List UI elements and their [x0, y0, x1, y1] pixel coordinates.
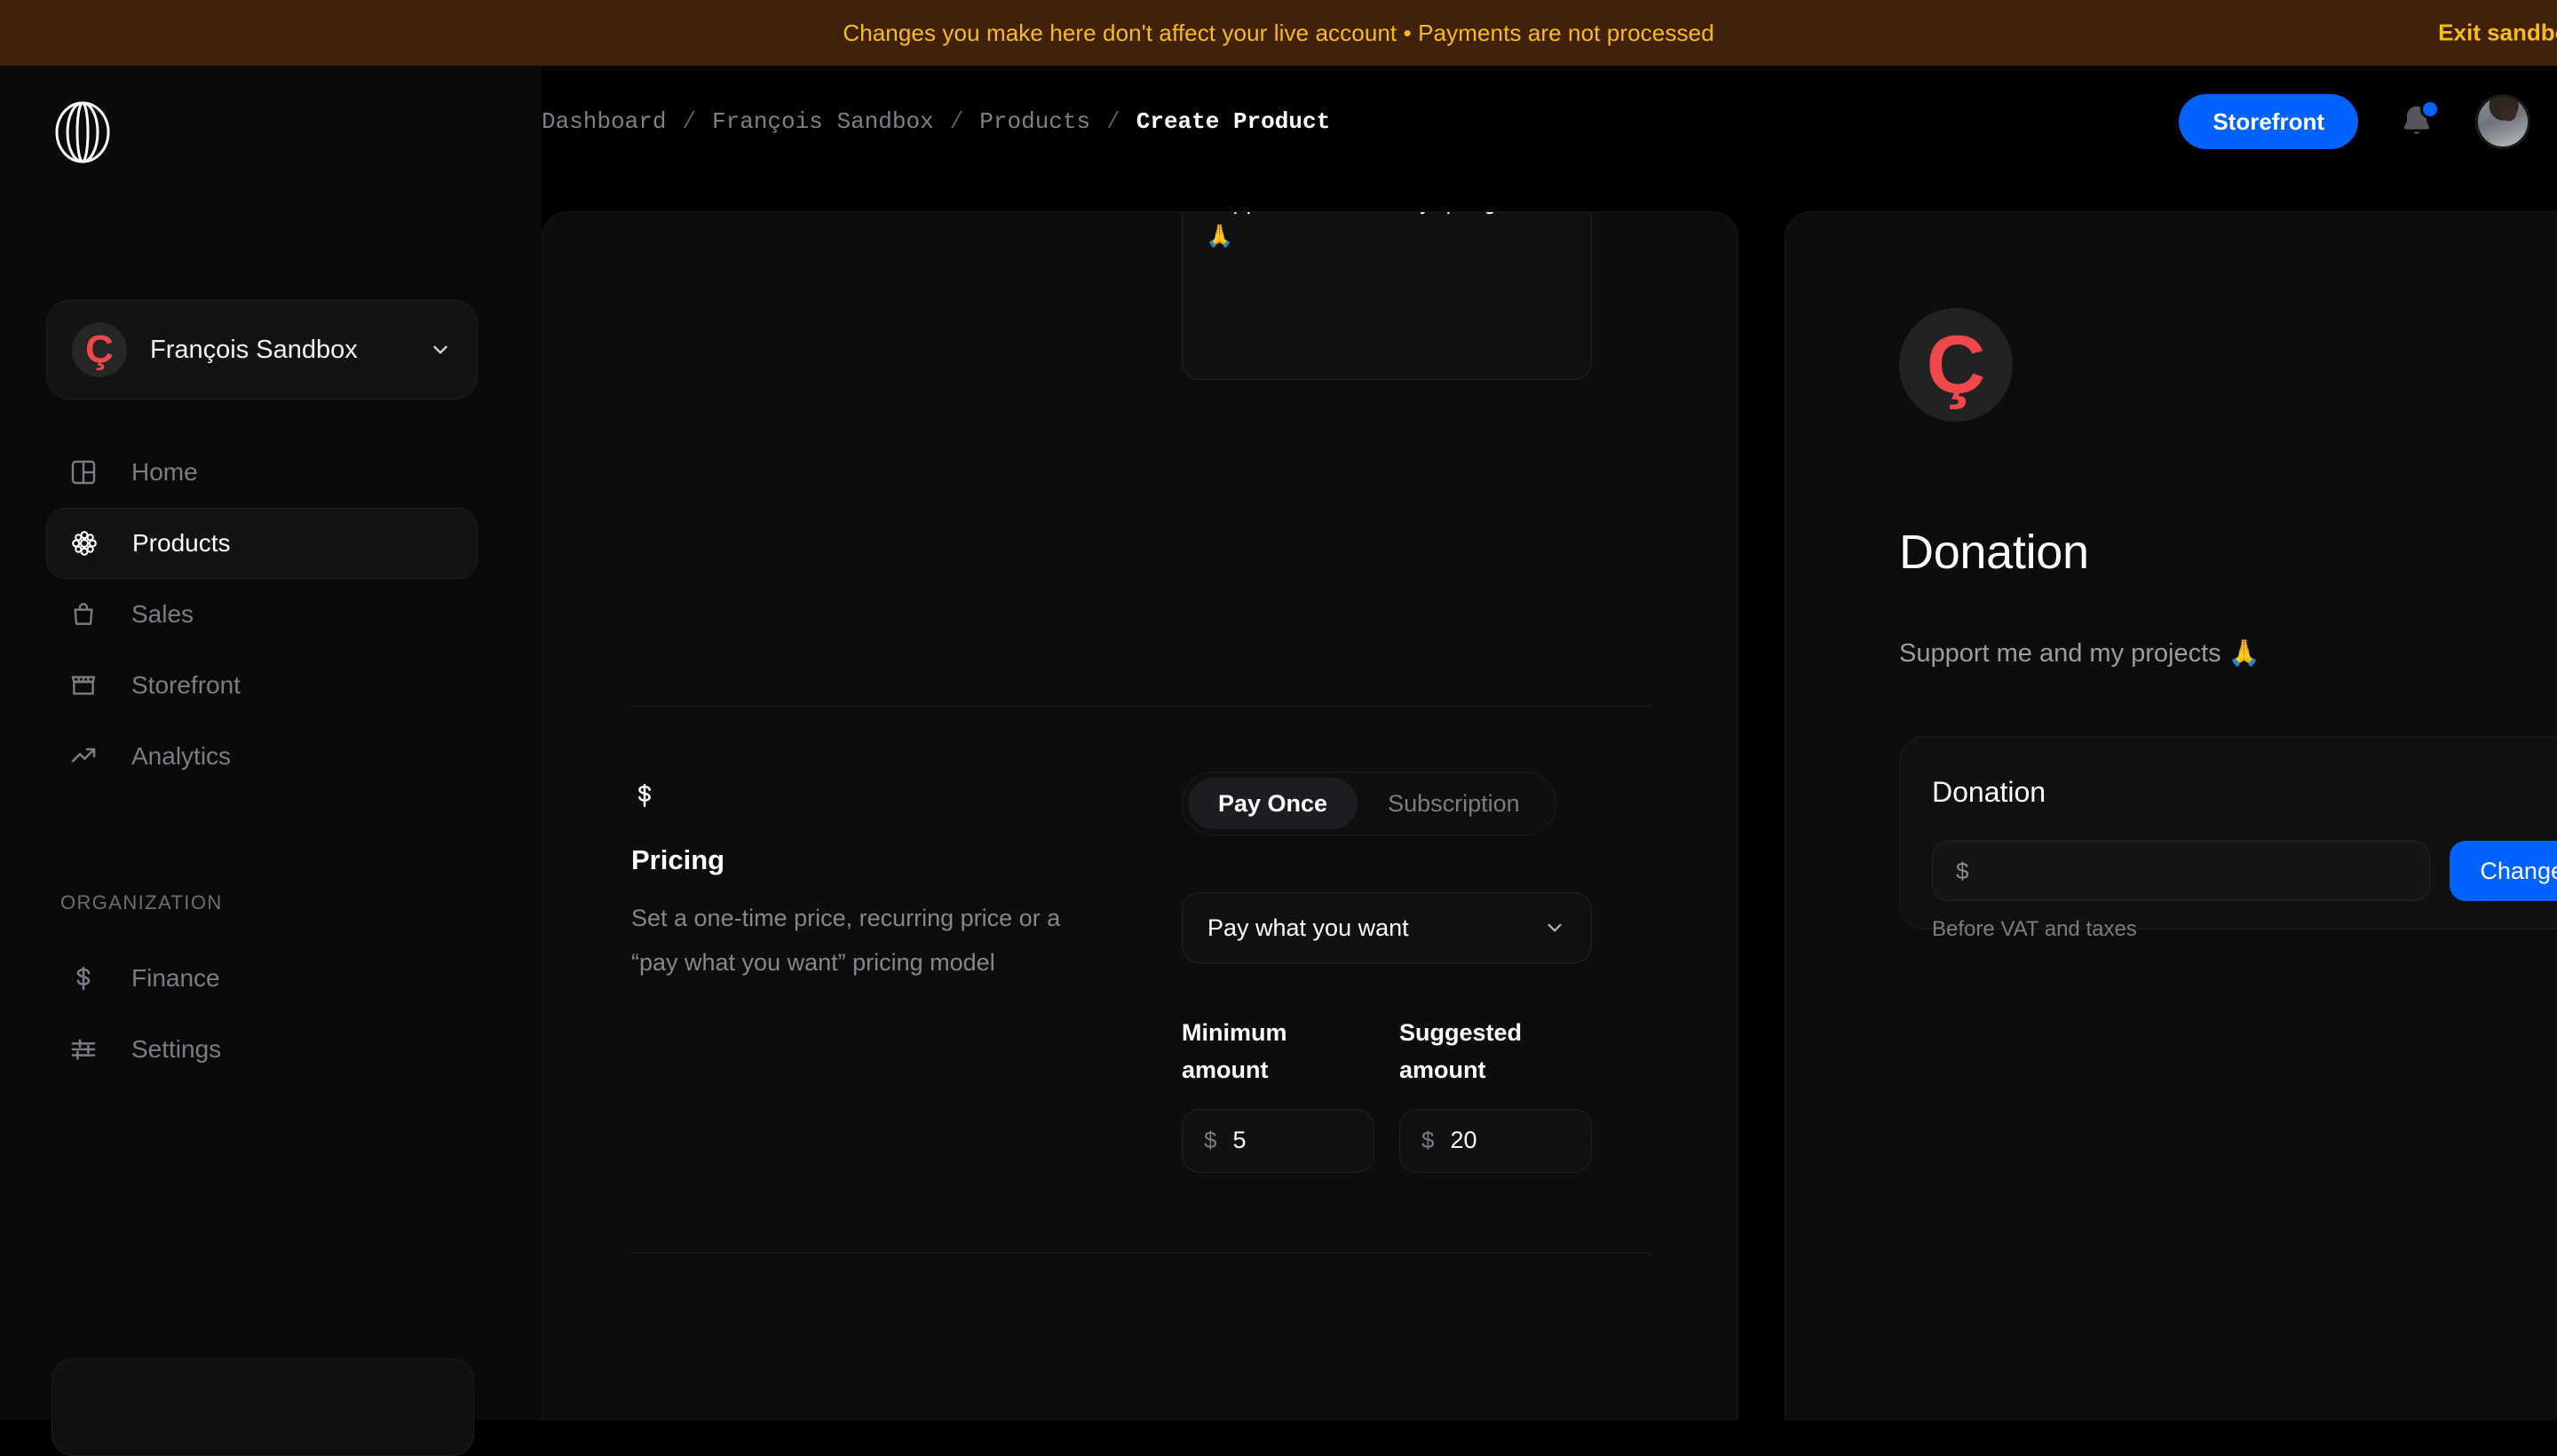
sidebar: Ç François Sandbox Home Products Sales S…	[0, 66, 542, 1456]
notifications-button[interactable]	[2397, 99, 2440, 142]
sidebar-item-sales[interactable]: Sales	[46, 579, 478, 650]
preview-org-logo: Ç	[1899, 308, 2013, 422]
sidebar-item-label: Settings	[131, 1035, 222, 1063]
preview-card-title: Donation	[1932, 776, 2046, 808]
suggested-amount-label: Suggested amount	[1399, 1019, 1523, 1083]
sidebar-item-label: Home	[131, 458, 198, 486]
product-preview-panel: Ç Donation Support me and my projects 🙏 …	[1785, 211, 2557, 1420]
billing-type-tabs: Pay Once Subscription	[1182, 772, 1556, 835]
preview-vat-note: Before VAT and taxes	[1932, 917, 2137, 941]
pricing-title: Pricing	[631, 844, 725, 875]
currency-symbol: $	[1956, 857, 1969, 884]
section-divider	[631, 706, 1651, 707]
preview-amount-input[interactable]: $	[1932, 841, 2431, 901]
description-textarea[interactable]: Support me and my projects 🙏	[1182, 212, 1592, 380]
storefront-icon	[69, 671, 107, 700]
pricing-model-select[interactable]: Pay what you want	[1182, 892, 1592, 963]
exit-sandbox-link[interactable]: Exit sandbox	[2438, 20, 2557, 47]
sidebar-item-label: Sales	[131, 600, 194, 628]
org-name: François Sandbox	[150, 335, 358, 364]
sidebar-item-analytics[interactable]: Analytics	[46, 721, 478, 792]
sandbox-message: Changes you make here don't affect your …	[843, 19, 1714, 46]
preview-checkout-card: Donation $ Change Before VAT and taxes	[1899, 736, 2557, 941]
currency-symbol: $	[1421, 1127, 1435, 1154]
tab-subscription[interactable]: Subscription	[1358, 778, 1550, 829]
storefront-button[interactable]: Storefront	[2179, 94, 2358, 149]
pricing-description: Set a one-time price, recurring price or…	[631, 905, 1061, 977]
breadcrumb-separator: /	[1106, 108, 1120, 135]
breadcrumb-item-organization[interactable]: François Sandbox	[712, 108, 934, 135]
primary-nav: Home Products Sales Storefront Analytics	[46, 437, 478, 792]
suggested-amount-group: Suggested amount $ 20	[1399, 1015, 1592, 1173]
sidebar-item-label: Analytics	[131, 742, 232, 770]
sidebar-item-label: Products	[132, 529, 231, 557]
preview-product-subtitle: Support me and my projects 🙏	[1899, 639, 2260, 668]
sidebar-bottom-card[interactable]	[51, 1358, 474, 1456]
breadcrumb-item-products[interactable]: Products	[979, 108, 1090, 135]
breadcrumb-separator: /	[682, 108, 697, 135]
chevron-down-icon	[429, 338, 452, 361]
org-switcher[interactable]: Ç François Sandbox	[46, 300, 478, 400]
organization-nav: Finance Settings	[46, 943, 478, 1085]
org-avatar: Ç	[72, 322, 127, 377]
breadcrumb: Dashboard / François Sandbox / Products …	[542, 108, 1330, 135]
sidebar-item-home[interactable]: Home	[46, 437, 478, 508]
preview-change-button[interactable]: Change	[2450, 841, 2557, 901]
sidebar-item-finance[interactable]: Finance	[46, 943, 478, 1014]
layout-icon	[69, 458, 107, 487]
sidebar-item-label: Storefront	[131, 671, 241, 699]
breadcrumb-separator: /	[949, 108, 964, 135]
suggested-amount-input[interactable]: $ 20	[1399, 1108, 1592, 1173]
notification-badge	[2420, 99, 2440, 119]
pricing-model-value: Pay what you want	[1207, 914, 1409, 941]
preview-product-title: Donation	[1899, 526, 2089, 579]
sliders-icon	[69, 1035, 107, 1064]
dollar-icon	[69, 964, 107, 993]
amount-fields: Minimum amount $ 5 Suggested amount $ 20	[1182, 1015, 1617, 1173]
flower-grid-icon	[70, 529, 107, 558]
sandbox-banner: Changes you make here don't affect your …	[0, 0, 2557, 66]
minimum-amount-group: Minimum amount $ 5	[1182, 1015, 1374, 1173]
trending-up-icon	[69, 742, 107, 771]
section-divider	[631, 1253, 1651, 1254]
user-avatar[interactable]	[2475, 94, 2530, 149]
chevron-down-icon	[1543, 916, 1566, 939]
create-product-form-panel: Basic product information which helps id…	[542, 211, 1738, 1420]
breadcrumb-item-dashboard[interactable]: Dashboard	[542, 108, 666, 135]
preview-amount-row: $ Change	[1932, 841, 2557, 901]
minimum-amount-label: Minimum amount	[1182, 1019, 1287, 1083]
shopping-bag-icon	[69, 600, 107, 629]
minimum-amount-value: 5	[1232, 1127, 1247, 1154]
sidebar-section-organization: ORGANIZATION	[60, 891, 223, 914]
topbar-actions: Storefront	[2179, 94, 2530, 149]
minimum-amount-input[interactable]: $ 5	[1182, 1108, 1374, 1173]
sidebar-item-storefront[interactable]: Storefront	[46, 650, 478, 721]
sidebar-item-label: Finance	[131, 964, 220, 992]
sidebar-item-settings[interactable]: Settings	[46, 1014, 478, 1085]
tab-pay-once[interactable]: Pay Once	[1188, 778, 1358, 829]
topbar: Dashboard / François Sandbox / Products …	[542, 66, 2557, 178]
breadcrumb-item-create-product: Create Product	[1136, 108, 1331, 135]
sidebar-item-products[interactable]: Products	[46, 508, 478, 579]
dollar-icon	[631, 780, 1084, 811]
polar-logo[interactable]	[55, 101, 110, 163]
currency-symbol: $	[1204, 1127, 1217, 1154]
suggested-amount-value: 20	[1450, 1127, 1477, 1154]
